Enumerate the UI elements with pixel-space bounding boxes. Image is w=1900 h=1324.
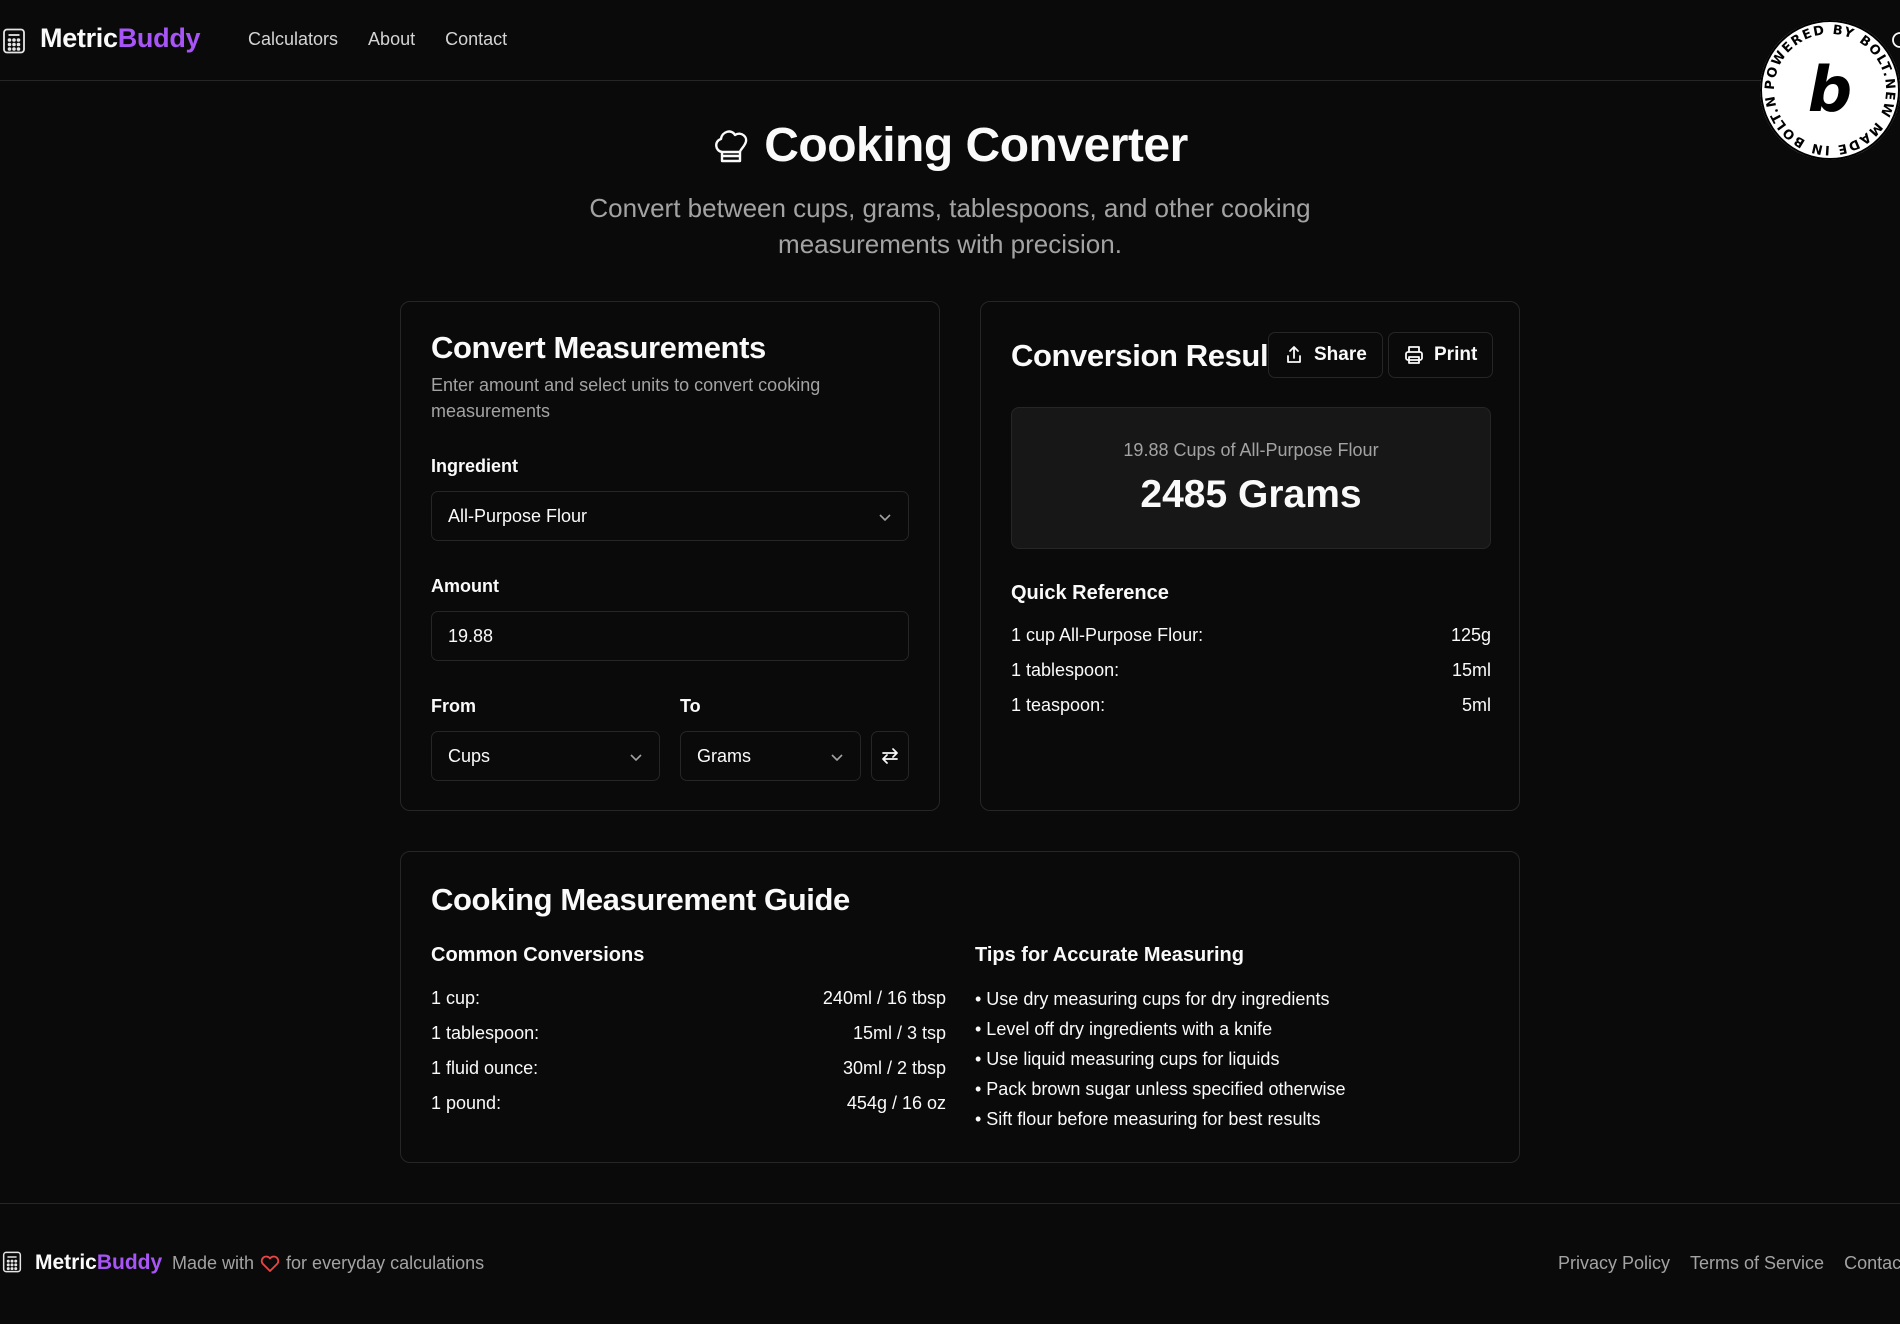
tips-title: Tips for Accurate Measuring (975, 944, 1244, 966)
convert-card-description: Enter amount and select units to convert… (431, 375, 821, 421)
print-button-label: Print (1434, 344, 1478, 365)
top-nav: MetricBuddy Calculators About Contact (0, 0, 1900, 81)
ingredient-select[interactable]: All-Purpose Flour (431, 491, 909, 541)
tips-list: • Use dry measuring cups for dry ingredi… (975, 984, 1346, 1134)
brand-metric: Metric (40, 23, 118, 53)
swap-units-button[interactable] (871, 731, 909, 781)
quick-reference-row: 1 cup All-Purpose Flour: 125g (1011, 625, 1491, 646)
nav-links: Calculators About Contact (248, 29, 507, 50)
from-label: From (431, 696, 476, 716)
footer: MetricBuddy Made with for everyday calcu… (0, 1203, 1900, 1324)
footer-tagline-suffix: for everyday calculations (286, 1253, 485, 1273)
chevron-down-icon (879, 514, 891, 522)
footer-brand[interactable]: MetricBuddy (35, 1251, 162, 1275)
conversion-value: 454g / 16 oz (846, 1093, 946, 1113)
arrow-left-right-icon (882, 748, 898, 764)
quick-reference-label: 1 teaspoon: (1011, 695, 1106, 715)
calculator-icon (2, 1251, 22, 1273)
quick-reference-row: 1 teaspoon: 5ml (1011, 695, 1491, 716)
footer-link-terms[interactable]: Terms of Service (1690, 1253, 1824, 1274)
quick-reference-value: 5ml (1461, 695, 1491, 715)
brand-logo[interactable]: MetricBuddy (40, 23, 201, 54)
to-unit-value: Grams (697, 745, 751, 766)
page-subtitle: Convert between cups, grams, tablespoons… (589, 193, 1311, 259)
conversion-row: 1 cup: 240ml / 16 tbsp (431, 988, 946, 1009)
footer-links: Privacy Policy Terms of Service Contact (1558, 1253, 1900, 1274)
conversion-value: 240ml / 16 tbsp (822, 988, 946, 1008)
bolt-badge-letter: b (1808, 53, 1852, 126)
share-icon (1287, 346, 1301, 363)
conversion-label: 1 fluid ounce: (431, 1058, 539, 1078)
chevron-down-icon (831, 754, 843, 762)
tip-item: • Level off dry ingredients with a knife (975, 1019, 1273, 1039)
share-button[interactable]: Share (1268, 332, 1383, 378)
convert-card: Convert Measurements Enter amount and se… (400, 301, 940, 811)
conversion-label: 1 cup: (431, 988, 481, 1008)
tip-item: • Sift flour before measuring for best r… (975, 1109, 1321, 1129)
amount-input[interactable]: 19.88 (431, 611, 909, 661)
quick-reference-label: 1 cup All-Purpose Flour: (1011, 625, 1204, 645)
quick-reference-value: 15ml (1451, 660, 1491, 680)
conversion-label: 1 tablespoon: (431, 1023, 540, 1043)
to-unit-select[interactable]: Grams (680, 731, 861, 781)
result-card: Conversion Result Share Print 19.88 Cups… (980, 301, 1520, 811)
result-value: 2485 Grams (1140, 473, 1362, 516)
amount-label: Amount (431, 576, 499, 596)
to-label: To (680, 696, 701, 716)
footer-link-contact[interactable]: Contact (1844, 1253, 1900, 1274)
conversion-row: 1 fluid ounce: 30ml / 2 tbsp (431, 1058, 946, 1079)
ingredient-select-value: All-Purpose Flour (448, 505, 588, 526)
result-caption: 19.88 Cups of All-Purpose Flour (1123, 440, 1379, 460)
calculator-icon (3, 28, 25, 54)
nav-link-contact[interactable]: Contact (445, 29, 507, 50)
ingredient-label: Ingredient (431, 456, 519, 476)
page-heading: Cooking Converter (0, 118, 1900, 173)
conversion-value: 15ml / 3 tsp (852, 1023, 946, 1043)
page-title: Cooking Converter (764, 119, 1188, 172)
guide-card: Cooking Measurement Guide Common Convers… (400, 851, 1520, 1163)
heart-icon (260, 1255, 280, 1272)
footer-brand-metric: Metric (35, 1251, 97, 1274)
footer-tagline-prefix: Made with (172, 1253, 255, 1273)
quick-reference-value: 125g (1450, 625, 1491, 645)
from-unit-value: Cups (448, 745, 491, 766)
common-conversions-title: Common Conversions (431, 944, 645, 966)
tip-item: • Use liquid measuring cups for liquids (975, 1049, 1280, 1069)
conversion-row: 1 pound: 454g / 16 oz (431, 1093, 946, 1114)
tip-item: • Use dry measuring cups for dry ingredi… (975, 989, 1330, 1009)
quick-reference-row: 1 tablespoon: 15ml (1011, 660, 1491, 681)
nav-link-calculators[interactable]: Calculators (248, 29, 338, 50)
share-button-label: Share (1314, 344, 1367, 365)
conversion-label: 1 pound: (431, 1093, 502, 1113)
print-button[interactable]: Print (1388, 332, 1494, 378)
quick-reference-label: 1 tablespoon: (1011, 660, 1120, 680)
quick-reference-title: Quick Reference (1011, 582, 1169, 604)
from-unit-select[interactable]: Cups (431, 731, 660, 781)
nav-link-about[interactable]: About (368, 29, 415, 50)
guide-card-title: Cooking Measurement Guide (431, 882, 850, 917)
footer-brand-buddy: Buddy (96, 1251, 163, 1274)
result-display: 19.88 Cups of All-Purpose Flour 2485 Gra… (1011, 407, 1491, 549)
footer-link-privacy[interactable]: Privacy Policy (1558, 1253, 1670, 1274)
result-card-title: Conversion Result (1011, 338, 1279, 373)
conversion-value: 30ml / 2 tbsp (842, 1058, 946, 1078)
printer-icon (1405, 346, 1423, 364)
chevron-down-icon (630, 754, 642, 762)
chef-hat-icon (715, 129, 748, 162)
conversion-row: 1 tablespoon: 15ml / 3 tsp (431, 1023, 946, 1044)
footer-tagline: Made with for everyday calculations (172, 1253, 484, 1274)
tip-item: • Pack brown sugar unless specified othe… (975, 1079, 1346, 1099)
brand-buddy: Buddy (117, 23, 201, 53)
convert-card-title: Convert Measurements (431, 330, 766, 365)
